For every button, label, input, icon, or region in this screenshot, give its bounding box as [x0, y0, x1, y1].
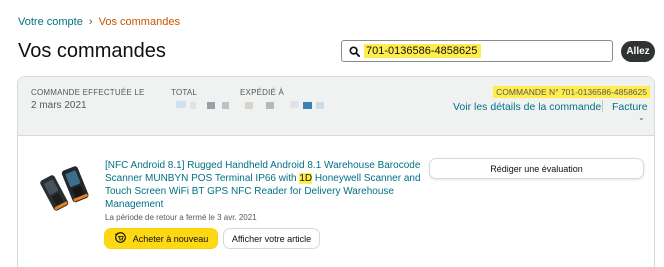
page-title: Vos commandes [18, 40, 166, 62]
order-header: COMMANDE EFFECTUÉE LE 2 mars 2021 TOTAL … [18, 77, 654, 136]
order-card: COMMANDE EFFECTUÉE LE 2 mars 2021 TOTAL … [17, 76, 655, 267]
breadcrumb-separator: › [88, 16, 93, 28]
view-item-button[interactable]: Afficher votre article [223, 228, 320, 249]
return-window-note: La période de retour a fermé le 3 avr. 2… [105, 213, 257, 222]
breadcrumb: Votre compte › Vos commandes [18, 16, 180, 28]
breadcrumb-account-link[interactable]: Votre compte [18, 16, 83, 28]
search-input[interactable]: 701-0136586-4858625 [341, 40, 613, 62]
order-number: COMMANDE N° 701-0136586-4858625 [493, 86, 650, 98]
link-divider [602, 100, 603, 112]
invoice-link[interactable]: Facture [612, 101, 648, 113]
buy-again-label: Acheter à nouveau [132, 233, 209, 244]
order-placed-date: 2 mars 2021 [31, 100, 87, 111]
ship-to-label: EXPÉDIÉ À [240, 88, 285, 97]
breadcrumb-current[interactable]: Vos commandes [99, 16, 180, 28]
order-details-link[interactable]: Voir les détails de la commande [453, 101, 601, 113]
search-icon [345, 45, 363, 57]
chevron-down-icon[interactable]: ⌄ [638, 113, 645, 122]
product-image[interactable] [40, 163, 92, 213]
buy-again-button[interactable]: Acheter à nouveau [104, 228, 218, 249]
product-title-highlight[interactable]: 1D [299, 173, 313, 184]
order-placed-label: COMMANDE EFFECTUÉE LE [31, 88, 145, 97]
search-submit-button[interactable]: Allez [621, 41, 655, 62]
order-total-label: TOTAL [171, 88, 198, 97]
buy-again-icon [114, 231, 127, 246]
write-review-button[interactable]: Rédiger une évaluation [429, 158, 644, 179]
product-title-link[interactable]: [NFC Android 8.1] Rugged Handheld Androi… [105, 159, 423, 211]
search-input-value[interactable]: 701-0136586-4858625 [364, 44, 482, 58]
